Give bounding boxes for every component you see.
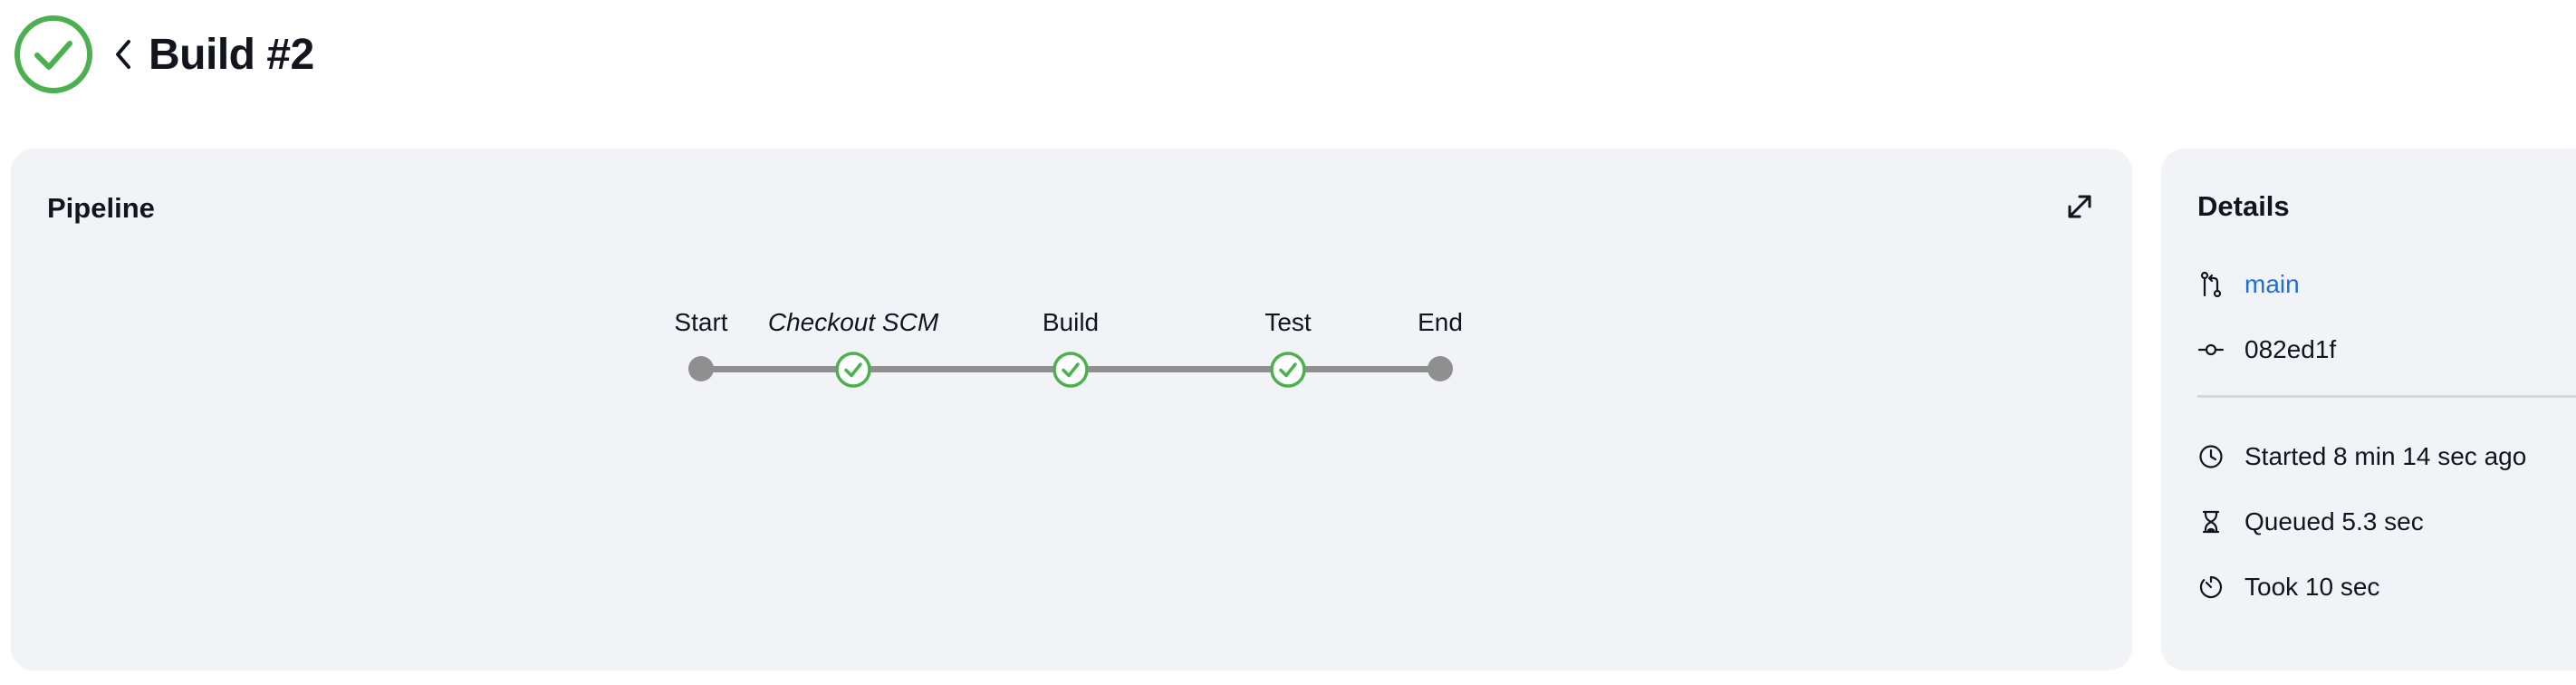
pipeline-graph: Start Checkout SCM Build Test End xyxy=(11,149,2132,671)
page-header: Build #2 xyxy=(13,13,314,96)
started-text: Started 8 min 14 sec ago xyxy=(2244,442,2527,470)
stage-label-start: Start xyxy=(674,308,728,336)
timer-icon xyxy=(2197,574,2225,601)
queued-row: Queued 5.3 sec xyxy=(2197,504,2424,540)
details-title: Details xyxy=(2197,190,2290,222)
page-title: Build #2 xyxy=(149,30,314,79)
details-divider xyxy=(2197,395,2576,398)
stage-label-test[interactable]: Test xyxy=(1264,308,1311,337)
queued-text: Queued 5.3 sec xyxy=(2244,507,2424,535)
branch-row: main xyxy=(2197,266,2300,303)
hourglass-icon xyxy=(2197,508,2225,535)
started-row: Started 8 min 14 sec ago xyxy=(2197,439,2526,475)
build-success-icon[interactable] xyxy=(1052,351,1090,389)
git-commit-icon xyxy=(2197,336,2225,363)
commit-hash[interactable]: 082ed1f xyxy=(2244,335,2336,364)
branch-link[interactable]: main xyxy=(2244,270,2300,299)
start-node xyxy=(688,356,714,381)
stage-label-checkout-scm[interactable]: Checkout SCM xyxy=(768,308,938,337)
took-row: Took 10 sec xyxy=(2197,569,2379,605)
back-button[interactable] xyxy=(107,31,139,78)
commit-row: 082ed1f xyxy=(2197,332,2336,368)
pipeline-card: Pipeline Start Checkout SCM Build Test E… xyxy=(11,149,2132,671)
end-node xyxy=(1427,356,1453,381)
stage-label-end: End xyxy=(1418,308,1463,336)
stage-label-build[interactable]: Build xyxy=(1043,308,1099,337)
details-card: Details main 082ed1f Started 8 min 14 se… xyxy=(2161,149,2576,671)
chevron-left-icon xyxy=(116,40,130,69)
checkout-scm-success-icon[interactable] xyxy=(834,351,872,389)
took-text: Took 10 sec xyxy=(2244,573,2380,601)
test-success-icon[interactable] xyxy=(1269,351,1307,389)
git-branch-icon xyxy=(2197,271,2225,298)
clock-icon xyxy=(2197,443,2225,470)
check-circle-icon xyxy=(14,15,92,93)
